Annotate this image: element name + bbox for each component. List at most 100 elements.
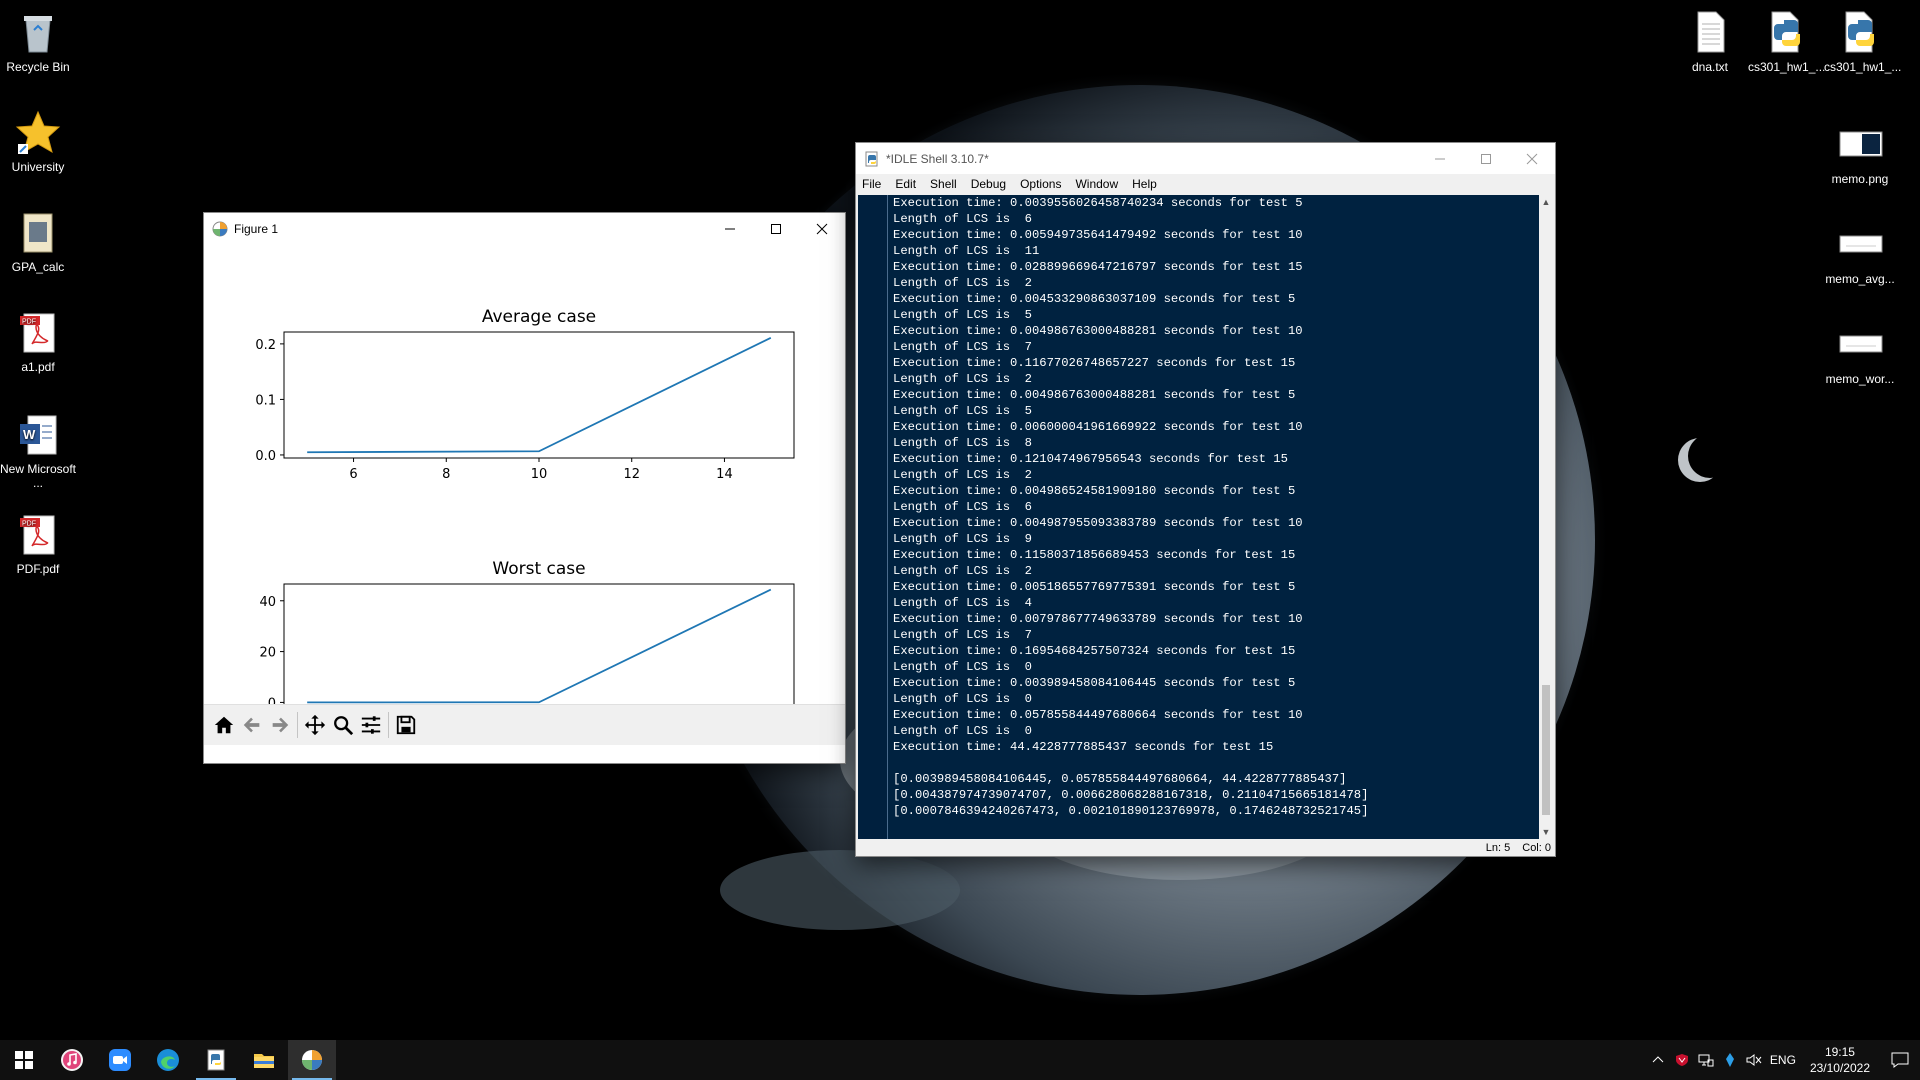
desktop-icon-memo-png[interactable]: memo.png xyxy=(1822,120,1898,186)
close-icon xyxy=(816,223,828,234)
idle-title: *IDLE Shell 3.10.7* xyxy=(886,151,989,166)
start-button[interactable] xyxy=(0,1040,48,1080)
tray-pen[interactable] xyxy=(1718,1040,1742,1080)
x-tick-label: 12 xyxy=(623,467,640,482)
taskbar-zoom[interactable] xyxy=(96,1040,144,1080)
taskbar-edge[interactable] xyxy=(144,1040,192,1080)
maximize-button[interactable] xyxy=(753,213,799,244)
scrollbar-thumb[interactable] xyxy=(1542,685,1550,815)
axes-frame xyxy=(283,331,795,459)
menu-help[interactable]: Help xyxy=(1132,177,1157,191)
scroll-down-icon[interactable]: ▼ xyxy=(1539,825,1553,839)
desktop-icon-recycle-bin[interactable]: Recycle Bin xyxy=(0,8,76,74)
matplotlib-figure-icon xyxy=(302,1050,322,1070)
figure-titlebar[interactable]: Figure 1 xyxy=(204,213,845,244)
shell-line: [0.003989458084106445, 0.057855844497680… xyxy=(893,772,1347,786)
shell-line: Execution time: 0.005186557769775391 sec… xyxy=(893,580,1296,594)
menu-edit[interactable]: Edit xyxy=(895,177,916,191)
desktop-icon-university[interactable]: University xyxy=(0,108,76,174)
tray-antivirus[interactable] xyxy=(1670,1040,1694,1080)
back-icon xyxy=(243,717,260,733)
menu-options[interactable]: Options xyxy=(1020,177,1061,191)
desktop-icon-cs301-hw1-a[interactable]: cs301_hw1_... xyxy=(1748,8,1825,74)
pdf-icon: PDF xyxy=(20,313,55,353)
toolbar-separator xyxy=(297,712,298,738)
shell-line: Execution time: 0.007978677749633789 sec… xyxy=(893,612,1303,626)
desktop-icon-label: GPA_calc xyxy=(11,260,65,274)
tray-overflow-button[interactable] xyxy=(1646,1040,1670,1080)
menu-file[interactable]: File xyxy=(862,177,881,191)
minimize-button[interactable] xyxy=(1417,143,1463,174)
close-button[interactable] xyxy=(799,213,845,244)
desktop-icon-new-microsoft[interactable]: W New Microsoft ... xyxy=(0,410,76,490)
image-file-icon xyxy=(1839,335,1883,353)
shell-line: Length of LCS is 6 xyxy=(893,500,1032,514)
language-indicator[interactable]: ENG xyxy=(1766,1040,1800,1080)
minimize-button[interactable] xyxy=(707,213,753,244)
home-button[interactable] xyxy=(210,711,238,739)
shell-line: Execution time: 0.028899669647216797 sec… xyxy=(893,260,1303,274)
desktop-icon-pdf-pdf[interactable]: PDF PDF.pdf xyxy=(0,510,76,576)
idle-titlebar[interactable]: *IDLE Shell 3.10.7* xyxy=(856,143,1555,174)
desktop-icon-label: dna.txt xyxy=(1691,60,1729,74)
taskbar-figure[interactable] xyxy=(288,1040,336,1080)
desktop-icon-memo-wor[interactable]: memo_wor... xyxy=(1822,320,1898,386)
scroll-up-icon[interactable]: ▲ xyxy=(1539,195,1553,209)
shell-line: Execution time: 0.057855844497680664 sec… xyxy=(893,708,1303,722)
idle-shell-window[interactable]: *IDLE Shell 3.10.7* File Edit Shell Debu… xyxy=(855,142,1556,857)
y-tick-label: 0.0 xyxy=(255,449,276,464)
menu-window[interactable]: Window xyxy=(1075,177,1118,191)
desktop-icon-memo-avg[interactable]: memo_avg... xyxy=(1822,220,1898,286)
forward-button[interactable] xyxy=(266,711,294,739)
notifications-button[interactable] xyxy=(1880,1040,1920,1080)
shell-line: Length of LCS is 7 xyxy=(893,628,1032,642)
tray-volume[interactable] xyxy=(1742,1040,1766,1080)
shell-sidebar xyxy=(858,195,888,839)
taskbar-idle[interactable] xyxy=(192,1040,240,1080)
figure-window[interactable]: Figure 1 Average case 6 8 10 12 14 0.0 0.1 0.2 Wo… xyxy=(203,212,846,764)
shell-line: Execution time: 0.004987955093383789 sec… xyxy=(893,516,1303,530)
shell-line: Length of LCS is 7 xyxy=(893,340,1032,354)
maximize-button[interactable] xyxy=(1463,143,1509,174)
menu-shell[interactable]: Shell xyxy=(930,177,957,191)
desktop-icon-gpa-calc[interactable]: GPA_calc xyxy=(0,208,76,274)
chart-title: Worst case xyxy=(492,559,585,579)
tray-network[interactable] xyxy=(1694,1040,1718,1080)
menu-debug[interactable]: Debug xyxy=(971,177,1006,191)
save-button[interactable] xyxy=(392,711,420,739)
clock-date: 23/10/2022 xyxy=(1809,1061,1870,1075)
taskbar-itunes[interactable] xyxy=(48,1040,96,1080)
taskbar-file-explorer[interactable] xyxy=(240,1040,288,1080)
taskbar: ENG 19:15 23/10/2022 xyxy=(0,1040,1920,1080)
shell-line: Execution time: 44.4228777885437 seconds… xyxy=(893,740,1274,754)
shell-output[interactable]: Execution time: 0.0039556026458740234 se… xyxy=(888,195,1540,839)
figure-canvas[interactable]: Average case681012140.00.10.2Worst case6… xyxy=(204,244,845,732)
desktop-icon-dna-txt[interactable]: dna.txt xyxy=(1672,8,1748,74)
shell-line: Length of LCS is 2 xyxy=(893,468,1032,482)
configure-button[interactable] xyxy=(357,711,385,739)
desktop-icon-cs301-hw1-b[interactable]: cs301_hw1_... xyxy=(1824,8,1901,74)
image-file-icon xyxy=(1839,235,1883,253)
status-col: Col: 0 xyxy=(1522,841,1551,854)
clock[interactable]: 19:15 23/10/2022 xyxy=(1800,1044,1880,1076)
shell-line: Length of LCS is 6 xyxy=(893,212,1032,226)
status-line: Ln: 5 xyxy=(1485,841,1511,854)
shell-line: Execution time: 0.004986763000488281 sec… xyxy=(893,388,1296,402)
shell-line: Execution time: 0.16954684257507324 seco… xyxy=(893,644,1296,658)
shell-area: Execution time: 0.0039556026458740234 se… xyxy=(858,195,1540,839)
svg-text:PDF: PDF xyxy=(22,521,36,528)
zoom-button[interactable] xyxy=(329,711,357,739)
x-tick-label: 8 xyxy=(442,467,450,482)
shield-icon xyxy=(1675,1054,1688,1066)
y-tick-label: 0 xyxy=(268,696,276,704)
desktop-icon-a1-pdf[interactable]: PDF a1.pdf xyxy=(0,308,76,374)
pan-button[interactable] xyxy=(301,711,329,739)
save-icon xyxy=(396,715,416,735)
back-button[interactable] xyxy=(238,711,266,739)
desktop-icon-label: memo_avg... xyxy=(1825,272,1895,286)
close-button[interactable] xyxy=(1509,143,1555,174)
vertical-scrollbar[interactable]: ▲ ▼ xyxy=(1539,195,1553,839)
x-tick-label: 10 xyxy=(531,467,548,482)
star-shortcut-icon xyxy=(15,110,61,154)
